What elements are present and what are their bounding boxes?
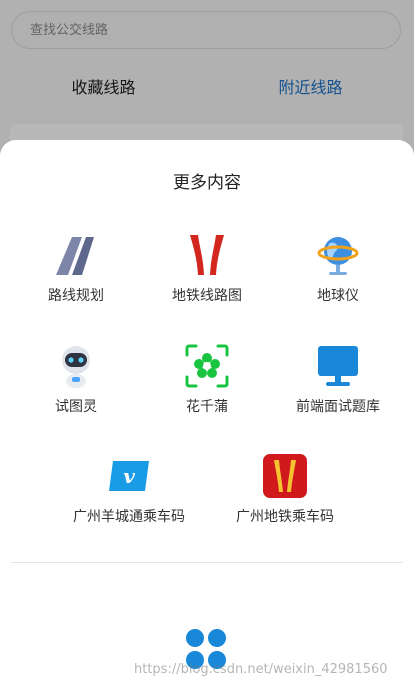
- monitor-label: 前端面试题库: [296, 399, 380, 415]
- divider: [11, 562, 403, 563]
- guangzhou-metro-button[interactable]: 广州地铁乘车码: [216, 452, 354, 526]
- monitor-icon: [314, 342, 362, 390]
- metro-line-button[interactable]: 地铁线路图: [138, 231, 276, 305]
- route-plan-icon: [52, 231, 100, 279]
- flower-scan-label: 花千蒲: [186, 399, 228, 415]
- yangchengtong-label: 广州羊城通乘车码: [73, 509, 185, 525]
- vimeo-card-icon: v: [105, 452, 153, 500]
- watermark: https://blog.csdn.net/weixin_42981560: [134, 662, 388, 677]
- guangzhou-metro-label: 广州地铁乘车码: [236, 509, 334, 525]
- globe-icon: [314, 231, 362, 279]
- metro-line-icon: [183, 231, 231, 279]
- metro-line-label: 地铁线路图: [172, 288, 242, 304]
- robot-label: 试图灵: [55, 399, 97, 415]
- guangzhou-metro-icon: [261, 452, 309, 500]
- robot-button[interactable]: 试图灵: [7, 342, 145, 416]
- sheet-title: 更多内容: [173, 173, 241, 193]
- svg-text:v: v: [123, 464, 135, 488]
- flower-scan-button[interactable]: 花千蒲: [138, 342, 276, 416]
- robot-icon: [52, 342, 100, 390]
- globe-button[interactable]: 地球仪: [269, 231, 407, 305]
- yangchengtong-button[interactable]: v 广州羊城通乘车码: [60, 452, 198, 526]
- flower-scan-icon: [183, 342, 231, 390]
- more-content-sheet: 更多内容 路线规划 地铁线路图 地球仪 试图灵 花千蒲 前端面试题库 v 广州羊…: [0, 140, 414, 692]
- monitor-button[interactable]: 前端面试题库: [269, 342, 407, 416]
- route-plan-label: 路线规划: [48, 288, 104, 304]
- globe-label: 地球仪: [317, 288, 359, 304]
- route-plan-button[interactable]: 路线规划: [7, 231, 145, 305]
